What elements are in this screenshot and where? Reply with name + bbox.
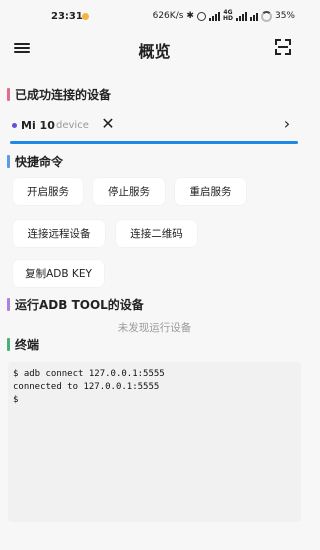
close-icon[interactable]: ✕ <box>100 116 116 132</box>
stop-service-button[interactable]: 停止服务 <box>93 178 165 205</box>
device-selection-underline <box>10 141 298 144</box>
battery-icon <box>260 10 272 22</box>
status-time: 23:31 <box>51 11 83 22</box>
terminal-line: $ adb connect 127.0.0.1:5555 <box>13 369 165 379</box>
notification-dot-icon <box>82 13 89 20</box>
connect-qr-code-button[interactable]: 连接二维码 <box>116 220 197 247</box>
section-accent-bar <box>7 297 10 311</box>
device-status-dot <box>12 123 17 128</box>
status-icons: 626K/s ✱ 4G HD 35% <box>153 10 295 22</box>
signal-label: 4G HD <box>222 9 233 22</box>
signal-strength-2-icon <box>235 11 247 21</box>
restart-service-button[interactable]: 重启服务 <box>175 178 246 205</box>
signal-strength-icon <box>208 11 220 21</box>
scan-icon[interactable] <box>275 39 291 55</box>
section-quick-commands: 快捷命令 <box>7 154 64 169</box>
section-title: 终端 <box>15 337 40 352</box>
section-accent-bar <box>7 87 10 101</box>
status-bar: 23:31 626K/s ✱ 4G HD 35% <box>0 0 309 34</box>
bluetooth-icon: ✱ <box>186 11 194 21</box>
section-title: 已成功连接的设备 <box>15 87 112 102</box>
wifi-icon <box>249 12 258 21</box>
section-terminal: 终端 <box>7 337 40 352</box>
copy-adb-key-button[interactable]: 复制ADB KEY <box>13 260 104 287</box>
section-title: 快捷命令 <box>15 154 64 169</box>
section-accent-bar <box>7 337 10 351</box>
page-title: 概览 <box>138 42 171 61</box>
chevron-right-icon[interactable]: › <box>280 116 294 133</box>
net-speed: 626K/s <box>152 11 184 21</box>
battery-percent: 35% <box>274 11 295 21</box>
section-adb-tool-devices: 运行ADB TOOL的设备 <box>7 297 144 312</box>
section-accent-bar <box>7 154 10 168</box>
terminal-line: connected to 127.0.0.1:5555 <box>13 382 160 392</box>
terminal-output[interactable]: $ adb connect 127.0.0.1:5555 connected t… <box>8 362 301 522</box>
device-name: Mi 10 <box>21 119 55 132</box>
terminal-line: $ <box>13 395 19 405</box>
start-service-button[interactable]: 开启服务 <box>13 178 83 205</box>
app-bar: 概览 <box>0 34 309 64</box>
device-state: device <box>56 120 89 131</box>
alarm-icon <box>196 11 206 21</box>
section-connected-devices: 已成功连接的设备 <box>7 87 112 102</box>
device-item[interactable]: Mi 10 device ✕ › <box>10 114 298 140</box>
section-title: 运行ADB TOOL的设备 <box>15 297 144 312</box>
connect-remote-device-button[interactable]: 连接远程设备 <box>13 220 105 247</box>
empty-devices-text: 未发现运行设备 <box>117 322 192 334</box>
